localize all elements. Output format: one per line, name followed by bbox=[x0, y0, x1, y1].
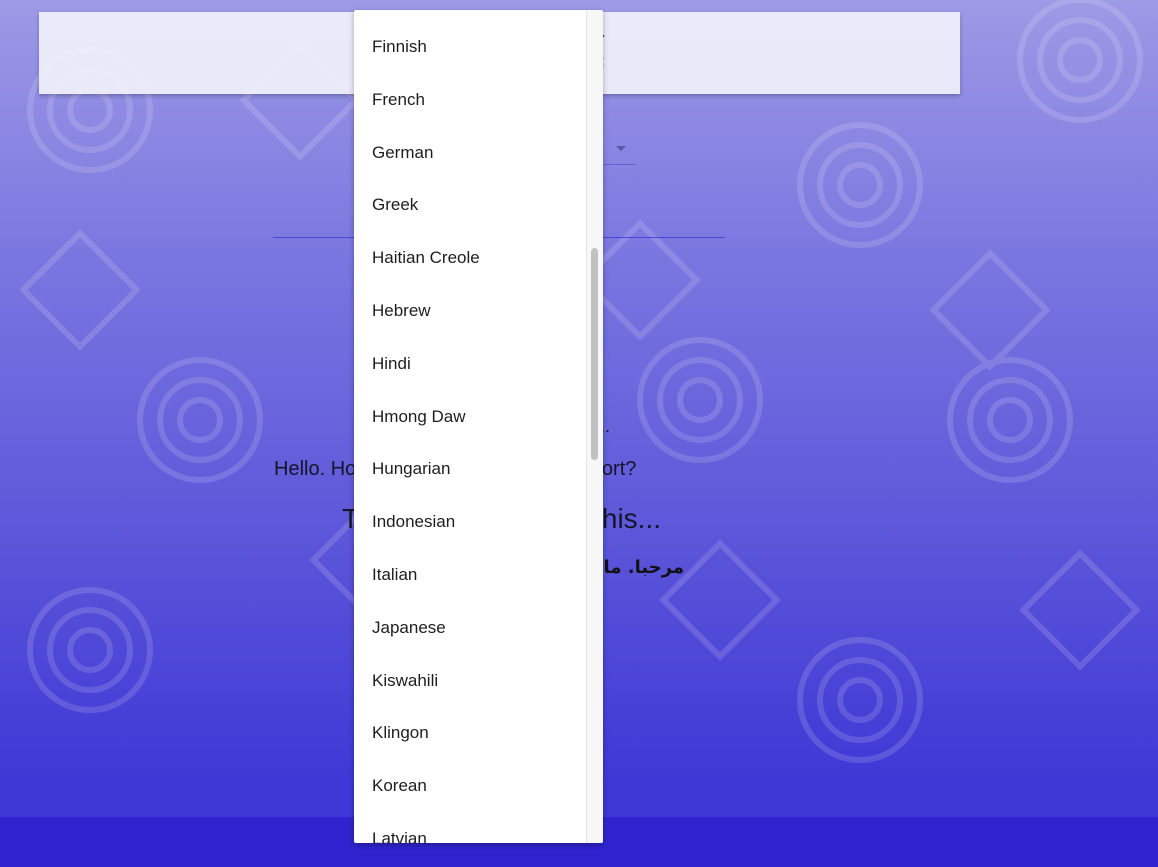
language-option[interactable]: Indonesian bbox=[354, 496, 587, 549]
language-option[interactable]: Hmong Daw bbox=[354, 391, 587, 444]
language-dropdown[interactable]: Finnish French German Greek Haitian Creo… bbox=[354, 10, 603, 843]
language-option[interactable]: Haitian Creole bbox=[354, 232, 587, 285]
language-option[interactable]: Hebrew bbox=[354, 285, 587, 338]
language-option[interactable]: Japanese bbox=[354, 602, 587, 655]
language-option[interactable]: French bbox=[354, 74, 587, 127]
dropdown-scrollbar-thumb[interactable] bbox=[591, 248, 598, 460]
language-option[interactable]: Kiswahili bbox=[354, 655, 587, 708]
language-option[interactable]: Hungarian bbox=[354, 443, 587, 496]
language-option[interactable]: Greek bbox=[354, 179, 587, 232]
language-option[interactable]: Klingon bbox=[354, 707, 587, 760]
dropdown-scrollbar[interactable] bbox=[586, 10, 603, 843]
target-language-select-underline[interactable] bbox=[603, 164, 635, 165]
language-list: Finnish French German Greek Haitian Creo… bbox=[354, 21, 587, 843]
language-option[interactable]: Korean bbox=[354, 760, 587, 813]
language-option[interactable]: Hindi bbox=[354, 338, 587, 391]
language-option[interactable]: Italian bbox=[354, 549, 587, 602]
chevron-down-icon[interactable] bbox=[616, 146, 626, 151]
language-option[interactable]: Latvian bbox=[354, 813, 587, 843]
language-option[interactable]: German bbox=[354, 127, 587, 180]
language-option[interactable]: Finnish bbox=[354, 21, 587, 74]
